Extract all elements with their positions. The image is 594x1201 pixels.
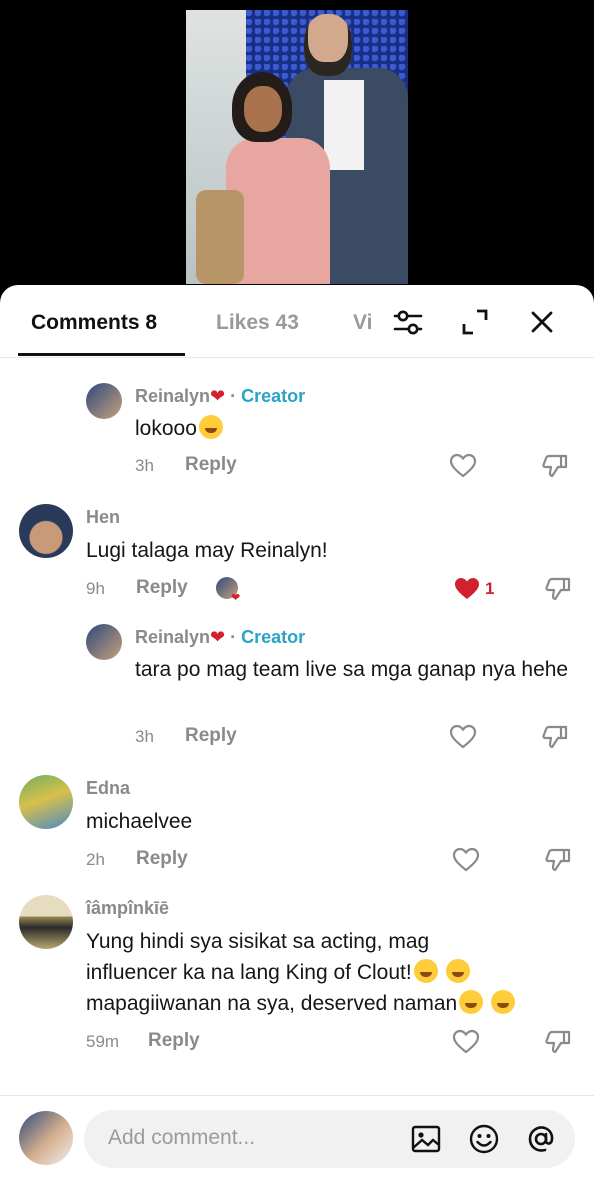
avatar[interactable] — [86, 624, 122, 660]
creator-badge: Creator — [241, 386, 306, 406]
tab-views[interactable]: Vi — [353, 311, 372, 335]
like-count: 1 — [485, 579, 495, 598]
crying-emoji-icon — [198, 415, 223, 439]
comment-text: michaelvee — [86, 810, 193, 833]
like-heart-icon[interactable] — [452, 1028, 480, 1056]
comments-sheet: Comments 8 Likes 43 Vi Reinalyn❤ · Creat… — [0, 285, 594, 1201]
like-heart-icon[interactable] — [449, 452, 477, 480]
rofl-emoji-icon — [413, 959, 438, 983]
comment-text: Yung hindi sya sisikat sa acting, mag in… — [86, 926, 576, 1019]
reply-button[interactable]: Reply — [185, 725, 237, 747]
tab-likes[interactable]: Likes 43 — [216, 311, 299, 335]
collapse-icon[interactable] — [458, 305, 492, 339]
comment-username[interactable]: Edna — [86, 778, 130, 799]
close-icon[interactable] — [525, 305, 559, 339]
comment-username[interactable]: îâmpînkīē — [86, 898, 169, 919]
image-icon[interactable] — [410, 1123, 442, 1155]
reply-button[interactable]: Reply — [136, 848, 188, 870]
comment-username[interactable]: Reinalyn❤ · Creator — [135, 627, 305, 648]
reply-button[interactable]: Reply — [185, 454, 237, 476]
video-thumbnail — [186, 10, 408, 284]
like-heart-icon[interactable] — [452, 846, 480, 874]
comment-time: 9h — [86, 579, 105, 598]
comment-username[interactable]: Hen — [86, 507, 120, 528]
video-preview[interactable] — [0, 0, 594, 300]
dislike-icon[interactable] — [541, 452, 569, 480]
current-user-avatar[interactable] — [19, 1111, 73, 1165]
emoji-icon[interactable] — [468, 1123, 500, 1155]
heart-emoji-icon: ❤ — [210, 627, 226, 647]
comment-text: lokooo — [135, 413, 223, 444]
active-tab-indicator — [18, 353, 185, 356]
comment-username[interactable]: Reinalyn❤ · Creator — [135, 386, 305, 407]
comment-time: 3h — [135, 456, 154, 475]
avatar[interactable] — [19, 504, 73, 558]
tab-comments[interactable]: Comments 8 — [31, 311, 157, 335]
small-heart-icon: ❤ — [231, 592, 241, 604]
creator-badge: Creator — [241, 627, 306, 647]
heart-emoji-icon: ❤ — [210, 386, 226, 406]
tab-bar: Comments 8 Likes 43 Vi — [0, 285, 594, 358]
sweat-smile-emoji-icon — [491, 990, 516, 1014]
sweat-smile-emoji-icon — [445, 959, 470, 983]
comment-time: 2h — [86, 850, 105, 869]
rofl-emoji-icon — [459, 990, 484, 1014]
avatar[interactable] — [19, 895, 73, 949]
comment-input[interactable]: Add comment... — [84, 1110, 575, 1168]
dislike-icon[interactable] — [544, 1028, 572, 1056]
avatar[interactable] — [86, 383, 122, 419]
reply-button[interactable]: Reply — [136, 577, 188, 599]
comment-time: 3h — [135, 727, 154, 746]
comment-composer: Add comment... — [0, 1095, 594, 1201]
dislike-icon[interactable] — [544, 575, 572, 603]
dislike-icon[interactable] — [544, 846, 572, 874]
mention-icon[interactable] — [525, 1123, 557, 1155]
comment-text: tara po mag team live sa mga ganap nya h… — [135, 658, 569, 681]
liked-heart-icon[interactable] — [453, 575, 481, 603]
comment-text: Lugi talaga may Reinalyn! — [86, 539, 328, 562]
comment-time: 59m — [86, 1032, 120, 1051]
avatar[interactable] — [19, 775, 73, 829]
dislike-icon[interactable] — [541, 723, 569, 751]
reply-button[interactable]: Reply — [148, 1030, 200, 1052]
filter-sliders-icon[interactable] — [391, 305, 425, 339]
like-heart-icon[interactable] — [449, 723, 477, 751]
